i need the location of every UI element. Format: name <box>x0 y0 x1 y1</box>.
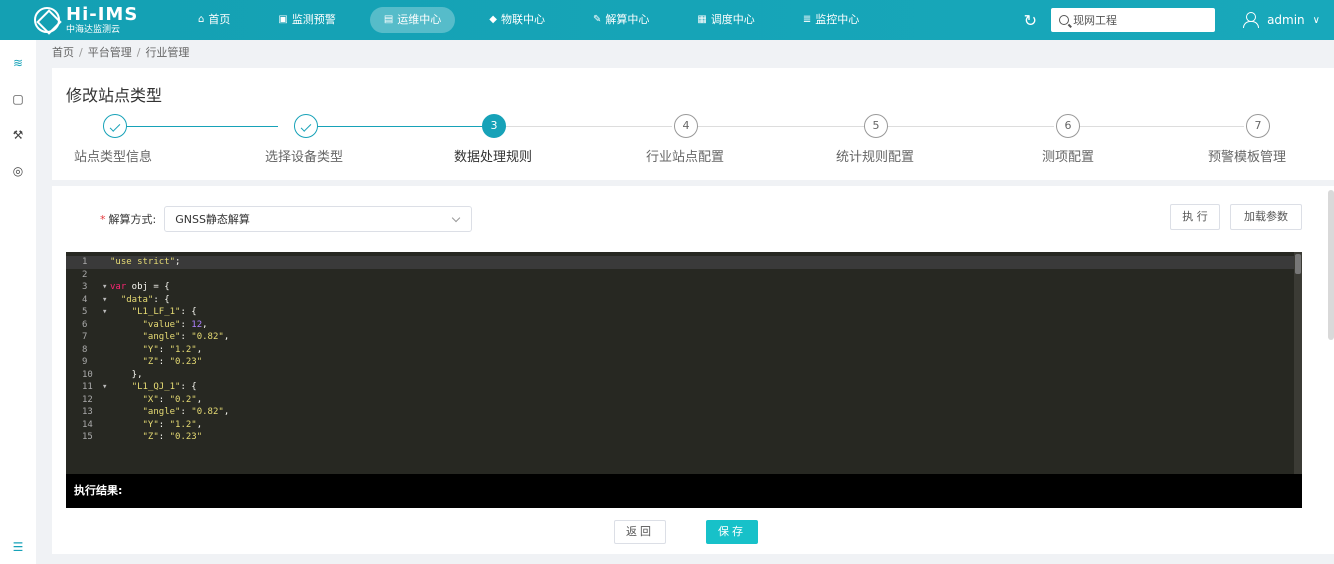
code-line[interactable]: 10 }, <box>66 369 1302 382</box>
username: admin <box>1267 13 1305 27</box>
search-box[interactable] <box>1051 8 1216 32</box>
code-line[interactable]: 4 ▾ "data": { <box>66 294 1302 307</box>
monitor-warning-icon: ▣ <box>278 14 288 25</box>
load-params-button[interactable]: 加载参数 <box>1230 204 1302 230</box>
step-connector <box>698 126 864 127</box>
step-connector <box>1080 126 1244 127</box>
code-line[interactable]: 15 "Z": "0.23" <box>66 431 1302 444</box>
clipboard-icon[interactable]: ▢ <box>11 92 25 106</box>
step-6-number[interactable]: 6 <box>1056 114 1080 138</box>
code-line[interactable]: 5 ▾ "L1_LF_1": { <box>66 306 1302 319</box>
tools-icon[interactable]: ⚒ <box>11 128 25 142</box>
search-icon <box>1059 15 1070 25</box>
code-line[interactable]: 6 "value": 12, <box>66 319 1302 332</box>
nav-home[interactable]: ⌂ 首页 <box>184 7 244 33</box>
chevron-down-icon: ∨ <box>1312 14 1320 26</box>
steps-card: 修改站点类型 3 4 5 6 7 站点类型信息 选择设备类型 数据处理规则 行业… <box>52 68 1334 180</box>
logo[interactable]: Hi-IMS 中海达监测云 <box>0 3 160 35</box>
settings-icon[interactable]: ◎ <box>11 164 25 178</box>
step-5-number[interactable]: 5 <box>864 114 888 138</box>
code-line[interactable]: 9 "Z": "0.23" <box>66 356 1302 369</box>
step-3-number[interactable]: 3 <box>482 114 506 138</box>
step-6-label: 测项配置 <box>1042 150 1095 165</box>
code-editor[interactable]: 15 "Z": "0.23" 14 "Y": "1.2", 13 "angle": … <box>66 252 1302 474</box>
chevron-down-icon <box>451 213 461 222</box>
nav-dispatch-center[interactable]: ▦ 调度中心 <box>683 7 768 33</box>
code-line[interactable]: 7 "angle": "0.82", <box>66 331 1302 344</box>
step-2-check[interactable] <box>294 114 318 138</box>
rule-panel: * 解算方式: GNSS静态解算 执 行 加载参数 15 "Z": "0.23" 1… <box>52 186 1334 554</box>
nav-monitor-warning[interactable]: ▣ 监测预警 <box>264 7 349 33</box>
nav-control-center[interactable]: ≣ 监控中心 <box>789 7 873 33</box>
user-menu[interactable]: admin ∨ <box>1243 12 1320 28</box>
code-line[interactable]: 1 "use strict"; <box>66 256 1302 269</box>
logo-subtitle: 中海达监测云 <box>66 24 121 35</box>
breadcrumb-platform[interactable]: 平台管理 <box>88 46 132 59</box>
step-5-label: 统计规则配置 <box>836 150 915 165</box>
operation-icon: ▤ <box>383 14 394 25</box>
solve-method-value: GNSS静态解算 <box>175 213 250 226</box>
side-rail: ≋ ▢ ⚒ ◎ ☰ <box>0 40 36 564</box>
save-button[interactable]: 保存 <box>706 520 758 544</box>
stepper: 3 4 5 6 7 站点类型信息 选择设备类型 数据处理规则 行业站点配置 统计… <box>52 114 1334 174</box>
top-bar: Hi-IMS 中海达监测云 ⌂ 首页 ▣ 监测预警 ▤ 运维中心 ◆ 物联中心 ✎ 解算中… <box>0 0 1334 40</box>
step-7-label: 预警模板管理 <box>1208 150 1287 165</box>
step-4-label: 行业站点配置 <box>646 150 725 165</box>
user-icon <box>1243 12 1260 28</box>
solve-method-label: * 解算方式: <box>100 213 157 226</box>
control-icon: ≣ <box>802 14 812 25</box>
code-line[interactable]: 11 ▾ "L1_QJ_1": { <box>66 381 1302 394</box>
refresh-icon[interactable]: ↻ <box>1024 11 1037 30</box>
step-7-number[interactable]: 7 <box>1246 114 1270 138</box>
code-line[interactable]: 13 "angle": "0.82", <box>66 406 1302 419</box>
dispatch-icon: ▦ <box>697 14 707 25</box>
breadcrumb-home[interactable]: 首页 <box>52 46 74 59</box>
code-line[interactable]: 2 <box>66 269 1302 282</box>
logo-title: Hi-IMS <box>66 3 139 25</box>
solve-method-row: * 解算方式: GNSS静态解算 <box>100 206 473 232</box>
home-icon: ⌂ <box>198 14 205 25</box>
code-line[interactable]: 12 "X": "0.2", <box>66 394 1302 407</box>
step-1-check[interactable] <box>103 114 127 138</box>
iot-icon: ◆ <box>489 14 497 25</box>
logo-icon <box>34 7 60 33</box>
code-line[interactable]: 14 "Y": "1.2", <box>66 419 1302 432</box>
step-connector <box>318 126 482 127</box>
nav-iot-center[interactable]: ◆ 物联中心 <box>475 7 559 33</box>
breadcrumb-industry: 行业管理 <box>145 46 190 59</box>
code-line[interactable]: 8 "Y": "1.2", <box>66 344 1302 357</box>
check-icon <box>300 121 312 132</box>
step-3-label: 数据处理规则 <box>454 150 533 165</box>
execution-result: 执行结果: <box>66 474 1302 508</box>
step-connector <box>506 126 672 127</box>
main-nav: ⌂ 首页 ▣ 监测预警 ▤ 运维中心 ◆ 物联中心 ✎ 解算中心 ▦ 调度中心 ≣ 监控中心 <box>184 0 893 40</box>
execute-button[interactable]: 执 行 <box>1170 204 1220 230</box>
editor-scroll-thumb[interactable] <box>1295 254 1301 274</box>
step-connector <box>127 126 278 127</box>
step-4-number[interactable]: 4 <box>674 114 698 138</box>
step-2-label: 选择设备类型 <box>265 150 344 165</box>
check-icon <box>109 121 121 132</box>
code-line[interactable]: 3 ▾ var obj = { <box>66 281 1302 294</box>
nav-operation-center[interactable]: ▤ 运维中心 <box>369 7 456 33</box>
signal-icon[interactable]: ≋ <box>11 56 25 70</box>
step-1-label: 站点类型信息 <box>74 150 153 165</box>
search-input[interactable] <box>1073 13 1204 27</box>
back-button[interactable]: 返回 <box>614 520 666 544</box>
page-title: 修改站点类型 <box>66 86 163 105</box>
solve-icon: ✎ <box>592 14 602 25</box>
page-scrollbar[interactable] <box>1328 190 1334 340</box>
step-connector <box>888 126 1054 127</box>
breadcrumb: 首页 / 平台管理 / 行业管理 <box>52 46 190 59</box>
editor-scrollbar[interactable] <box>1294 252 1302 474</box>
expand-menu-icon[interactable]: ☰ <box>11 540 25 554</box>
nav-solve-center[interactable]: ✎ 解算中心 <box>579 7 663 33</box>
solve-method-select[interactable]: GNSS静态解算 <box>164 206 473 232</box>
